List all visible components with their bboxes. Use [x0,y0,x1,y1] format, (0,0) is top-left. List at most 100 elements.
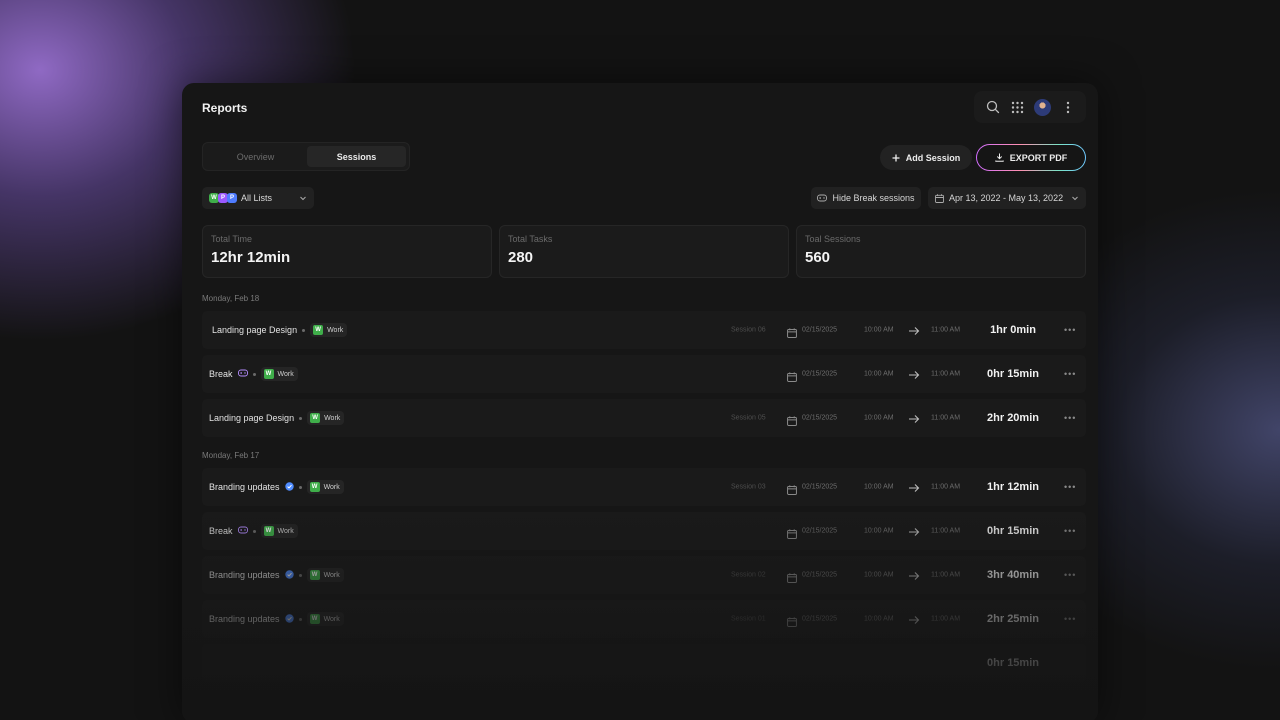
hide-break-toggle[interactable]: Hide Break sessions [811,187,921,209]
start-time: 10:00 AM [864,615,894,623]
export-pdf-label: EXPORT PDF [1009,152,1068,163]
search-icon[interactable] [984,98,1002,116]
apps-grid-icon[interactable] [1009,98,1027,116]
more-options-icon[interactable]: ••• [1064,570,1076,580]
session-date: 02/15/2025 [802,483,838,491]
list-tag[interactable]: W Work [307,411,345,425]
arrow-right-icon [908,368,920,380]
list-tag[interactable]: W Work [306,612,344,626]
separator-dot [252,372,256,376]
tab-bar: Overview Sessions [202,142,410,171]
chevron-down-icon [300,196,306,201]
separator-dot [302,328,306,332]
more-vertical-icon[interactable] [1059,98,1077,116]
more-options-icon[interactable]: ••• [1064,369,1076,379]
more-options-icon[interactable]: ••• [1064,614,1076,624]
stat-value: 560 [805,249,831,266]
session-number: Session 06 [731,326,766,334]
session-row[interactable]: Branding updates W Work Session 01 02/15/202… [202,600,1086,638]
list-tag-label: Work [323,615,340,623]
session-title: Landing page Design [209,413,295,423]
plus-icon [892,154,900,161]
work-list-icon: W [310,413,321,423]
export-pdf-button[interactable]: EXPORT PDF [976,144,1086,171]
day-group-label: Monday, Feb 18 [202,294,260,303]
arrow-right-icon [908,525,920,537]
arrow-right-icon [908,613,920,625]
session-name: Landing page Design W Work [212,323,348,337]
date-range-picker[interactable]: Apr 13, 2022 - May 13, 2022 [928,187,1086,209]
end-time: 11:00 AM [931,414,961,422]
calendar-icon [787,413,797,426]
session-name: Break W Work [209,524,298,538]
break-icon [237,369,248,379]
verified-icon [284,613,294,625]
session-date: 02/15/2025 [802,414,838,422]
calendar-icon [787,526,797,539]
list-tag[interactable]: W Work [306,568,344,582]
calendar-icon [935,193,944,203]
session-name: Branding updates W Work [209,612,344,626]
verified-icon [284,569,294,581]
session-row[interactable]: 0hr 15min [202,644,1086,682]
page-title: Reports [202,101,248,115]
arrow-right-icon [908,481,920,493]
end-time: 11:00 AM [931,326,961,334]
chevron-down-icon [1072,196,1078,201]
gamepad-icon [817,194,828,202]
stat-total-sessions: Toal Sessions 560 [796,225,1086,278]
list-tag-label: Work [277,370,294,378]
tab-sessions[interactable]: Sessions [307,146,406,167]
list-tag[interactable]: W Work [310,323,348,337]
session-title: Break [209,369,233,379]
reports-panel: Reports Overview Sessions Add Session EX… [182,83,1098,720]
break-icon [237,526,248,536]
date-range-label: Apr 13, 2022 - May 13, 2022 [949,193,1064,203]
list-tag[interactable]: W Work [260,367,298,381]
end-time: 11:00 AM [931,527,961,535]
lists-label: All Lists [241,193,273,203]
more-options-icon[interactable]: ••• [1064,482,1076,492]
user-avatar[interactable] [1034,98,1052,116]
end-time: 11:00 AM [931,615,961,623]
start-time: 10:00 AM [864,326,894,334]
list-badge: P [227,193,237,203]
add-session-button[interactable]: Add Session [880,145,972,170]
tab-overview[interactable]: Overview [206,146,305,167]
arrow-right-icon [908,569,920,581]
stat-total-tasks: Total Tasks 280 [499,225,789,278]
session-number: Session 02 [731,571,766,579]
separator-dot [298,485,302,489]
session-row[interactable]: Landing page Design W Work Session 06 02/15/… [202,311,1086,349]
work-list-icon: W [309,570,320,580]
session-title: Branding updates [209,570,280,580]
end-time: 11:00 AM [931,571,961,579]
arrow-right-icon [908,324,920,336]
verified-icon [284,481,294,493]
more-options-icon[interactable]: ••• [1064,526,1076,536]
end-time: 11:00 AM [931,370,961,378]
work-list-icon: W [263,526,274,536]
download-icon [995,153,1004,162]
session-row[interactable]: Branding updates W Work Session 03 02/15/202… [202,468,1086,506]
session-row[interactable]: Landing page Design W Work Session 05 02/15/… [202,399,1086,437]
session-row[interactable]: Break W Work 02/15/2025 10:00 AM 11:00 AM 0hr … [202,512,1086,550]
session-duration: 2hr 25min [987,613,1039,625]
session-row[interactable]: Break W Work 02/15/2025 10:00 AM 11:00 AM 0hr … [202,355,1086,393]
list-tag[interactable]: W Work [306,480,344,494]
list-tag-label: Work [323,483,340,491]
list-tag-label: Work [324,414,341,422]
more-options-icon[interactable]: ••• [1064,325,1076,335]
session-date: 02/15/2025 [802,370,838,378]
session-duration: 2hr 20min [987,412,1039,424]
session-row[interactable]: Branding updates W Work Session 02 02/15/202… [202,556,1086,594]
session-title: Landing page Design [212,325,298,335]
arrow-right-icon [908,412,920,424]
more-options-icon[interactable]: ••• [1064,413,1076,423]
lists-dropdown[interactable]: W P P All Lists [202,187,314,209]
end-time: 11:00 AM [931,483,961,491]
work-list-icon: W [309,482,320,492]
session-title: Branding updates [209,482,280,492]
list-tag[interactable]: W Work [260,524,298,538]
work-list-icon: W [313,325,324,335]
